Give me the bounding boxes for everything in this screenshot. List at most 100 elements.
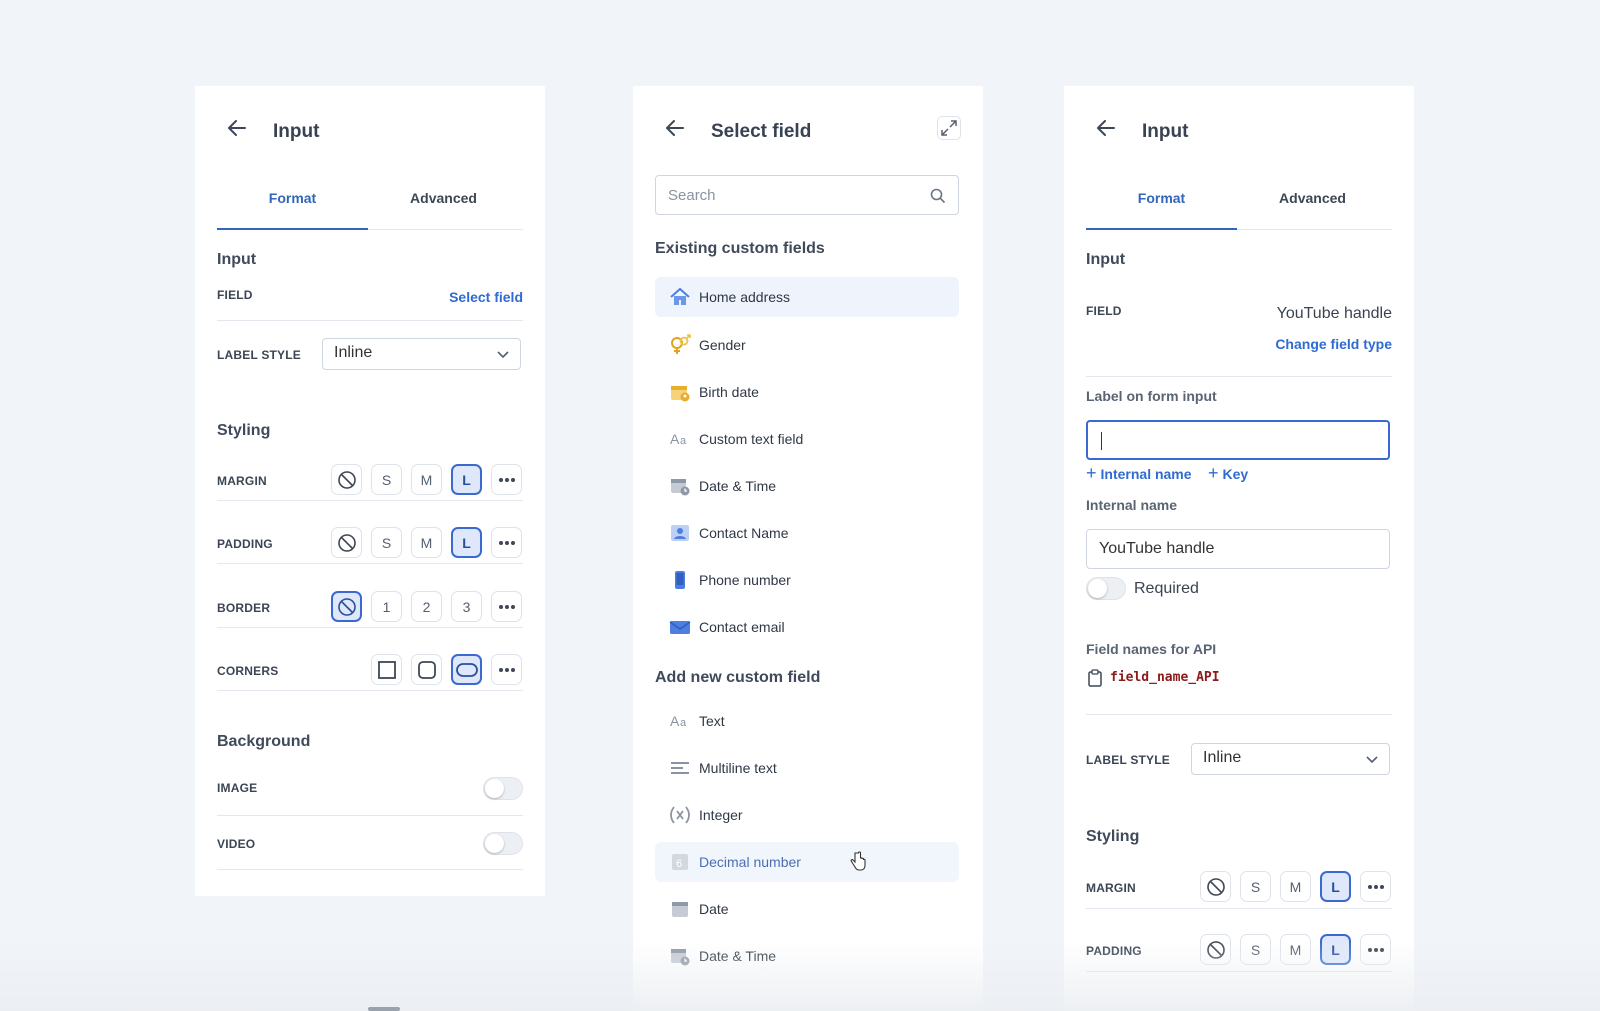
border-more-button[interactable] [491, 591, 522, 622]
border-label: BORDER [217, 601, 271, 615]
margin-s-button[interactable]: S [371, 464, 402, 495]
padding-none-button[interactable] [1200, 934, 1231, 965]
field-item-gender[interactable]: Gender [655, 325, 959, 365]
field-item-label: Text [699, 713, 725, 729]
existing-fields-heading: Existing custom fields [655, 240, 825, 257]
video-toggle[interactable] [483, 832, 523, 855]
padding-more-button[interactable] [491, 527, 522, 558]
label-style-select[interactable]: Inline [322, 338, 521, 370]
border-2-button[interactable]: 2 [411, 591, 442, 622]
pill-corner-icon [455, 662, 478, 677]
new-field-integer[interactable]: Integer [655, 795, 959, 835]
datetime-icon [671, 949, 690, 966]
corners-rounded-button[interactable] [411, 654, 442, 685]
internal-name-input[interactable]: YouTube handle [1086, 529, 1390, 569]
padding-s-button[interactable]: S [371, 527, 402, 558]
add-internal-name-link[interactable]: + Internal name [1086, 463, 1192, 484]
required-toggle[interactable] [1086, 577, 1126, 600]
border-none-button[interactable] [331, 591, 362, 622]
panel-title: Input [273, 121, 320, 142]
padding-options: S M L [1200, 934, 1391, 965]
back-arrow-icon[interactable] [663, 116, 687, 140]
padding-m-button[interactable]: M [1280, 934, 1311, 965]
divider [217, 500, 523, 501]
padding-more-button[interactable] [1360, 934, 1391, 965]
padding-none-button[interactable] [331, 527, 362, 558]
panel-header: Input [1064, 86, 1414, 166]
margin-l-button[interactable]: L [1320, 871, 1351, 902]
more-dots-icon [498, 477, 515, 482]
field-item-label: Decimal number [699, 854, 801, 870]
tab-format[interactable]: Format [1086, 186, 1237, 230]
margin-none-button[interactable] [1200, 871, 1231, 902]
tab-advanced[interactable]: Advanced [1237, 186, 1388, 230]
label-style-value: Inline [1203, 749, 1242, 766]
back-arrow-icon[interactable] [225, 116, 249, 140]
divider [1086, 376, 1392, 377]
more-dots-icon [498, 540, 515, 545]
new-field-date-time[interactable]: Date & Time [655, 936, 959, 976]
field-item-contact-name[interactable]: Contact Name [655, 513, 959, 553]
margin-more-button[interactable] [491, 464, 522, 495]
corners-square-button[interactable] [371, 654, 402, 685]
field-item-custom-text-field[interactable]: Aa Custom text field [655, 419, 959, 459]
clipboard-icon[interactable] [1087, 669, 1103, 687]
field-item-phone-number[interactable]: Phone number [655, 560, 959, 600]
field-item-date-time[interactable]: Date & Time [655, 466, 959, 506]
margin-options: S M L [331, 464, 522, 495]
margin-m-button[interactable]: M [1280, 871, 1311, 902]
field-item-label: Date [699, 901, 729, 917]
padding-s-button[interactable]: S [1240, 934, 1271, 965]
plus-icon: + [1208, 463, 1219, 483]
search-input[interactable] [656, 176, 916, 214]
divider [1086, 714, 1392, 715]
select-field-link[interactable]: Select field [449, 289, 523, 305]
section-title-input: Input [1086, 251, 1126, 268]
expand-arrows-icon [941, 120, 957, 136]
expand-icon[interactable] [937, 116, 961, 140]
new-field-date[interactable]: Date [655, 889, 959, 929]
text-icon: Aa [670, 713, 687, 729]
padding-l-button[interactable]: L [1320, 934, 1351, 965]
field-item-label: Gender [699, 337, 746, 353]
panel-title: Input [1142, 121, 1189, 142]
margin-m-button[interactable]: M [411, 464, 442, 495]
field-item-contact-email[interactable]: Contact email [655, 607, 959, 647]
change-field-type-link[interactable]: Change field type [1275, 336, 1392, 352]
calendar-icon [672, 902, 688, 917]
tab-format[interactable]: Format [217, 186, 368, 230]
field-item-birth-date[interactable]: Birth date [655, 372, 959, 412]
add-key-link[interactable]: + Key [1208, 463, 1248, 484]
video-label: VIDEO [217, 837, 256, 851]
label-style-select[interactable]: Inline [1191, 743, 1390, 775]
corners-more-button[interactable] [491, 654, 522, 685]
image-toggle[interactable] [483, 777, 523, 800]
field-item-label: Home address [699, 289, 791, 305]
margin-none-button[interactable] [331, 464, 362, 495]
back-arrow-icon[interactable] [1094, 116, 1118, 140]
margin-more-button[interactable] [1360, 871, 1391, 902]
border-3-button[interactable]: 3 [451, 591, 482, 622]
drag-handle[interactable] [368, 1007, 400, 1011]
no-symbol-icon [1206, 940, 1225, 959]
margin-l-button[interactable]: L [451, 464, 482, 495]
more-dots-icon [1367, 947, 1384, 952]
new-field-multiline-text[interactable]: Multiline text [655, 748, 959, 788]
field-item-home-address[interactable]: Home address [655, 277, 959, 317]
email-icon [669, 621, 691, 634]
border-1-button[interactable]: 1 [371, 591, 402, 622]
tab-advanced[interactable]: Advanced [368, 186, 519, 230]
no-symbol-icon [337, 533, 356, 552]
corners-pill-button[interactable] [451, 654, 482, 685]
margin-s-button[interactable]: S [1240, 871, 1271, 902]
gender-icon [671, 334, 691, 354]
new-field-decimal-number[interactable]: 6 Decimal number [655, 842, 959, 882]
new-field-text[interactable]: Aa Text [655, 701, 959, 741]
padding-l-button[interactable]: L [451, 527, 482, 558]
internal-name-label: Internal name [1086, 497, 1178, 513]
label-on-form-input-field[interactable] [1086, 420, 1390, 460]
padding-m-button[interactable]: M [411, 527, 442, 558]
panel-header: Select field [633, 86, 983, 166]
svg-text:6: 6 [676, 858, 682, 870]
image-label: IMAGE [217, 781, 258, 795]
